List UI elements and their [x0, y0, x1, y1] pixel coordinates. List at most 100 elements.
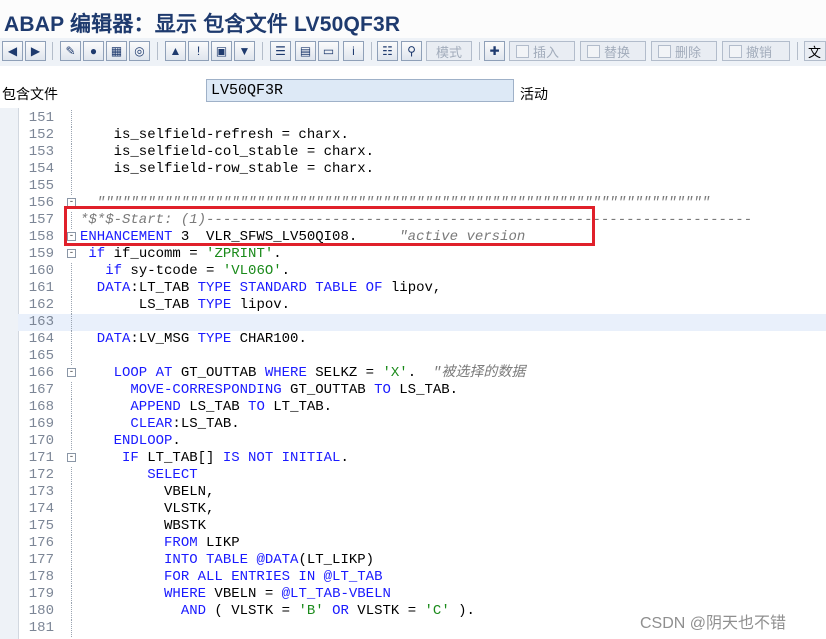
find-icon[interactable]: ⚲ — [401, 41, 422, 61]
stack-icon[interactable]: ☰ — [270, 41, 291, 61]
code-token: 'C' — [424, 603, 450, 619]
code-token: 'B' — [298, 603, 324, 619]
toolbar-separator — [797, 42, 798, 60]
code-line[interactable]: 160 if sy-tcode = 'VL06O'. — [18, 263, 826, 280]
watermark: CSDN @阴天也不错 — [640, 615, 787, 632]
code-token: TYPE — [197, 331, 232, 347]
code-token: WHERE — [264, 365, 307, 381]
replace-block-icon — [587, 44, 600, 58]
include-label: 包含文件 — [2, 86, 58, 102]
fold-toggle-icon[interactable]: - — [67, 249, 76, 258]
fold-guide — [71, 501, 72, 518]
fold-toggle-icon[interactable]: - — [67, 368, 76, 377]
code-token: 'ZPRINT' — [206, 246, 274, 262]
include-status: 活动 — [520, 86, 548, 102]
insert-node-icon[interactable]: ✚ — [484, 41, 505, 61]
object-list-icon[interactable]: ▦ — [106, 41, 127, 61]
code-line[interactable]: 165 — [18, 348, 826, 365]
print-preview-icon[interactable]: ☷ — [377, 41, 398, 61]
code-token: ). — [449, 603, 475, 619]
include-header: 包含文件 LV50QF3R 活动 — [0, 66, 826, 108]
code-line[interactable]: 163 — [18, 314, 826, 331]
code-line[interactable]: 168 APPEND LS_TAB TO LT_TAB. — [18, 399, 826, 416]
code-token: LT_TAB[] — [138, 450, 223, 466]
code-token: . — [172, 433, 181, 449]
code-text: WBSTK — [80, 518, 206, 535]
code-line[interactable]: 155 — [18, 178, 826, 195]
code-line[interactable]: 176 FROM LIKP — [18, 535, 826, 552]
documentation-button[interactable]: 文 — [804, 41, 826, 61]
arrow-right-icon[interactable]: ▶ — [25, 41, 46, 61]
window-icon[interactable]: ▭ — [318, 41, 339, 61]
documentation-button-label: 文 — [808, 44, 822, 60]
code-line[interactable]: 167 MOVE-CORRESPONDING GT_OUTTAB TO LS_T… — [18, 382, 826, 399]
delete-block-icon — [658, 44, 671, 58]
code-line[interactable]: 166 - LOOP AT GT_OUTTAB WHERE SELKZ = 'X'… — [18, 365, 826, 382]
code-line[interactable]: 153 is_selfield-col_stable = charx. — [18, 144, 826, 161]
info-marker-icon[interactable]: ! — [188, 41, 209, 61]
code-line[interactable]: 172 SELECT — [18, 467, 826, 484]
delete-button-label: 删除 — [675, 44, 702, 60]
code-line[interactable]: 154 is_selfield-row_stable = charx. — [18, 161, 826, 178]
code-line[interactable]: 161 DATA:LT_TAB TYPE STANDARD TABLE OF l… — [18, 280, 826, 297]
code-editor[interactable]: 151 152 is_selfield-refresh = charx. 153 i… — [0, 108, 826, 639]
line-number: 174 — [28, 501, 54, 517]
delete-button[interactable]: 删除 — [651, 41, 717, 61]
fold-guide — [71, 263, 72, 280]
line-number: 173 — [28, 484, 54, 500]
code-token: VLSTK, — [80, 501, 215, 517]
undo-button[interactable]: 撤销 — [722, 41, 790, 61]
code-line[interactable]: 164 DATA:LV_MSG TYPE CHAR100. — [18, 331, 826, 348]
replace-button[interactable]: 替换 — [580, 41, 646, 61]
fold-guide — [71, 314, 72, 331]
line-number: 171 — [28, 450, 54, 466]
line-number: 151 — [28, 110, 54, 126]
code-token: if — [80, 263, 123, 279]
code-line[interactable]: 162 LS_TAB TYPE lipov. — [18, 297, 826, 314]
mode-button[interactable]: 模式 — [426, 41, 472, 61]
info-icon[interactable]: i — [343, 41, 364, 61]
balls-icon[interactable]: ● — [83, 41, 104, 61]
fold-guide — [71, 552, 72, 569]
code-text: FROM LIKP — [80, 535, 240, 552]
toolbar-separator — [479, 42, 480, 60]
insert-button[interactable]: 插入 — [509, 41, 575, 61]
fold-guide — [71, 518, 72, 535]
code-token: "被选择的数据 — [432, 365, 526, 381]
code-token: 'VL06O' — [222, 263, 282, 279]
code-text: DATA:LV_MSG TYPE CHAR100. — [80, 331, 307, 348]
fold-guide — [71, 603, 72, 620]
target-icon[interactable]: ◎ — [129, 41, 150, 61]
code-token: :LT_TAB — [130, 280, 198, 296]
code-token: VLSTK = — [348, 603, 425, 619]
code-token: :LS_TAB. — [172, 416, 240, 432]
fold-toggle-icon[interactable]: - — [67, 453, 76, 462]
code-line[interactable]: 159 - if if_ucomm = 'ZPRINT'. — [18, 246, 826, 263]
tree-icon[interactable]: ▲ — [165, 41, 186, 61]
arrow-left-icon[interactable]: ◀ — [2, 41, 23, 61]
code-line[interactable]: 173 VBELN, — [18, 484, 826, 501]
code-line[interactable]: 177 INTO TABLE @DATA(LT_LIKP) — [18, 552, 826, 569]
code-line[interactable]: 171 - IF LT_TAB[] IS NOT INITIAL. — [18, 450, 826, 467]
code-line[interactable]: 175 WBSTK — [18, 518, 826, 535]
table-icon[interactable]: ▤ — [295, 41, 316, 61]
hierarchy-icon[interactable]: ▼ — [234, 41, 255, 61]
fold-guide — [71, 433, 72, 450]
code-text: FOR ALL ENTRIES IN @LT_TAB — [80, 569, 382, 586]
code-line[interactable]: 170 ENDLOOP. — [18, 433, 826, 450]
code-line[interactable]: 151 — [18, 110, 826, 127]
code-text: CLEAR:LS_TAB. — [80, 416, 240, 433]
line-number: 166 — [28, 365, 54, 381]
fold-guide — [71, 127, 72, 144]
code-line[interactable]: 152 is_selfield-refresh = charx. — [18, 127, 826, 144]
code-line[interactable]: 179 WHERE VBELN = @LT_TAB-VBELN — [18, 586, 826, 603]
line-number: 170 — [28, 433, 54, 449]
pencil-check-icon[interactable]: ✎ — [60, 41, 81, 61]
code-line[interactable]: 178 FOR ALL ENTRIES IN @LT_TAB — [18, 569, 826, 586]
include-name-field[interactable]: LV50QF3R — [206, 79, 514, 102]
code-token: :LV_MSG — [130, 331, 198, 347]
screen-icon[interactable]: ▣ — [211, 41, 232, 61]
code-line[interactable]: 169 CLEAR:LS_TAB. — [18, 416, 826, 433]
code-line[interactable]: 174 VLSTK, — [18, 501, 826, 518]
block-icon — [516, 44, 529, 58]
